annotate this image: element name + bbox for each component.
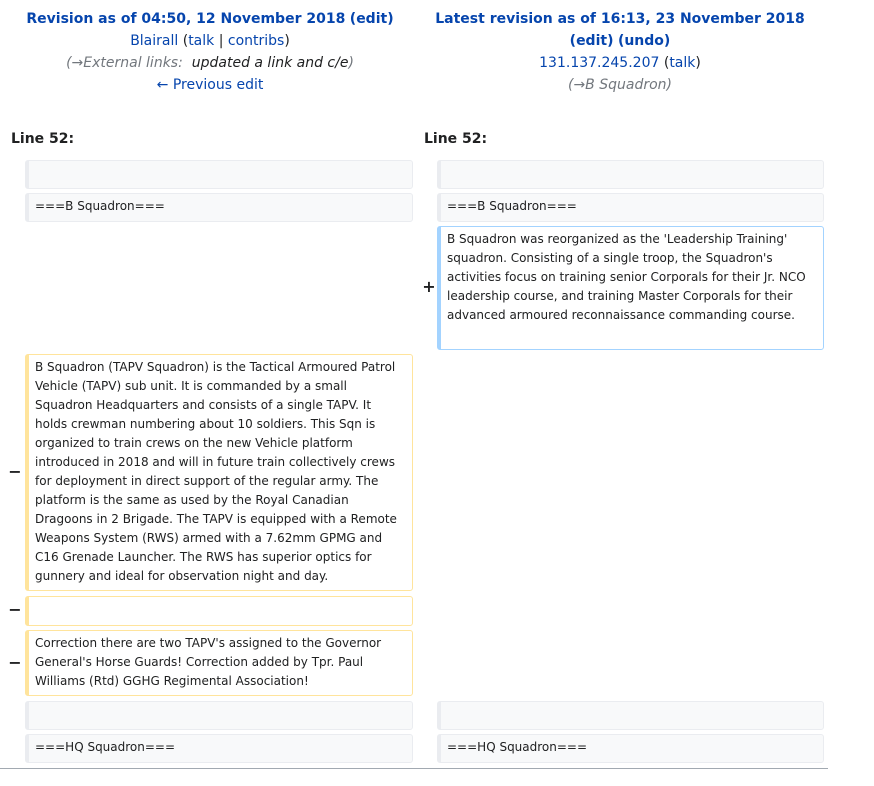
old-revision-link[interactable]: Revision as of 04:50, 12 November 2018 [26,11,345,27]
diff-deleted-cell: B Squadron (TAPV Squadron) is the Tactic… [25,354,413,591]
user-contribs-link[interactable]: contribs [228,33,284,49]
diff-context-cell: ===HQ Squadron=== [25,734,413,763]
user-talk-link[interactable]: talk [188,33,214,49]
diff-deleted-cell: Correction there are two TAPV's assigned… [25,630,413,696]
diff-added-cell: B Squadron was reorganized as the 'Leade… [437,226,824,350]
diff-context-cell [25,701,413,730]
previous-edit-link[interactable]: ← Previous edit [157,77,264,93]
old-revision-title: Revision as of 04:50, 12 November 2018 (… [26,11,394,27]
diff-context-cell [437,701,824,730]
left-line-number: Line 52: [11,131,75,147]
old-revision-user: Blairall (talk | contribs) [130,33,290,49]
new-edit-link[interactable]: edit [576,33,607,49]
undo-link[interactable]: undo [624,33,664,49]
new-revision-link[interactable]: Latest revision as of 16:13, 23 November… [414,8,826,30]
ip-talk-link[interactable]: talk [669,55,695,71]
separator: | [218,33,224,49]
minus-marker: − [8,600,22,619]
old-edit-link[interactable]: edit [356,11,387,27]
diff-deleted-cell [25,596,413,626]
plus-marker: + [422,277,436,296]
section-link[interactable]: →B Squadron [573,77,666,93]
old-revision-header: Revision as of 04:50, 12 November 2018 (… [0,8,420,96]
diff-context-cell [25,160,413,189]
new-edit-summary: (→B Squadron) [567,77,673,93]
diff-context-cell: ===HQ Squadron=== [437,734,824,763]
diff-context-cell: ===B Squadron=== [437,193,824,222]
user-link[interactable]: Blairall [130,33,178,49]
minus-marker: − [8,653,22,672]
old-edit-summary: (→External links: updated a link and c/e… [66,55,354,71]
diff-context-cell [437,160,824,189]
right-line-number: Line 52: [424,131,488,147]
summary-comment: updated a link and c/e [191,55,349,71]
ip-link[interactable]: 131.137.245.207 [539,55,659,71]
minus-marker: − [8,462,22,481]
new-revision-header: Latest revision as of 16:13, 23 November… [414,8,826,96]
divider [0,768,828,769]
new-revision-user: 131.137.245.207 (talk) [539,55,701,71]
diff-context-cell: ===B Squadron=== [25,193,413,222]
section-link[interactable]: →External links: [72,55,183,71]
